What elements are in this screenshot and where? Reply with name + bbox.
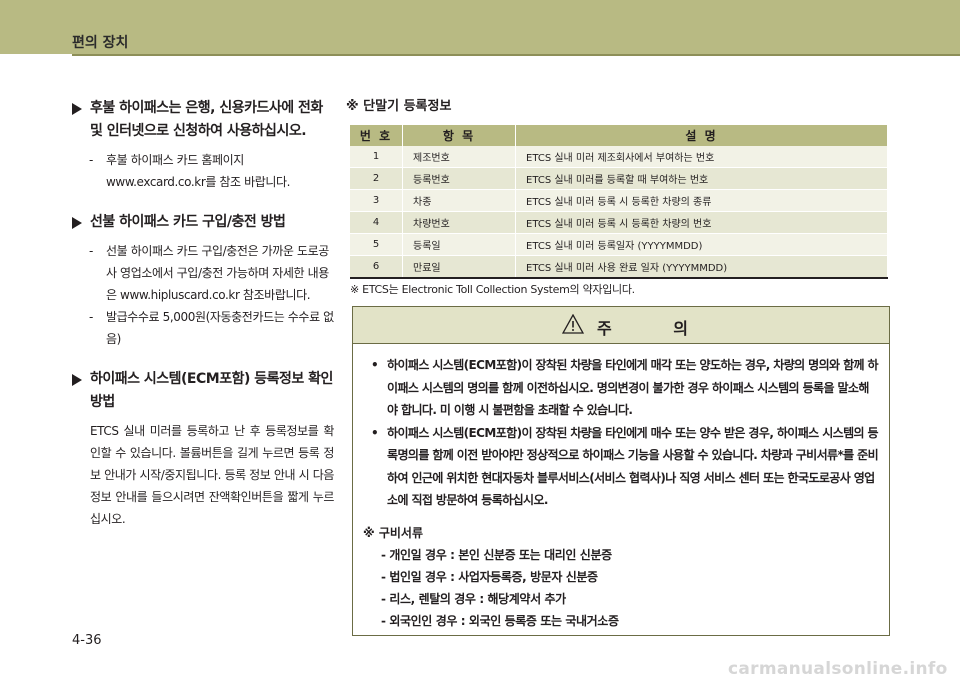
caution-bullets: • 하이패스 시스템(ECM포함)이 장착된 차량을 타인에게 매각 또는 양도하… bbox=[353, 344, 889, 512]
table-cell: 3 bbox=[350, 189, 403, 212]
table-cell: 5 bbox=[350, 233, 403, 256]
list-item: - 발급수수료 5,000원(자동충전카드는 수수료 없음) bbox=[89, 310, 334, 346]
right-column: ※ 단말기 등록정보 번 호 항 목 설 명 1 제조번호 ETCS 실내 미러… bbox=[346, 97, 888, 299]
registration-paragraph: ETCS 실내 미러를 등록하고 난 후 등록정보를 확인할 수 있습니다. 볼… bbox=[90, 424, 334, 526]
page-number: 4-36 bbox=[72, 633, 102, 648]
table-row: 4 차량번호 ETCS 실내 미러 등록 시 등록한 차량의 번호 bbox=[350, 211, 888, 234]
left-column: 후불 하이패스는 은행, 신용카드사에 전화 및 인터넷으로 신청하여 사용하십… bbox=[72, 97, 334, 530]
table-cell: 6 bbox=[350, 255, 403, 279]
table-cell: 등록일 bbox=[402, 233, 516, 256]
table-cell: ETCS 실내 미러 등록 시 등록한 차량의 종류 bbox=[515, 189, 888, 212]
caution-title: 주 의 bbox=[597, 319, 717, 338]
required-documents: ※ 구비서류 - 개인일 경우 : 본인 신분증 또는 대리인 신분증 - 법인… bbox=[353, 512, 889, 632]
table-row: 6 만료일 ETCS 실내 미러 사용 완료 일자 (YYYYMMDD) bbox=[350, 255, 888, 279]
table-cell: ETCS 실내 미러 제조회사에서 부여하는 번호 bbox=[515, 146, 888, 168]
section-heading-registration: 하이패스 시스템(ECM포함) 등록정보 확인방법 bbox=[72, 368, 334, 414]
table-cell: 1 bbox=[350, 146, 403, 168]
section-title: 편의 장치 bbox=[72, 35, 129, 51]
list-item: • 하이패스 시스템(ECM포함)이 장착된 차량을 타인에게 매수 또는 양수 … bbox=[371, 425, 879, 508]
triangle-bullet-icon bbox=[72, 374, 82, 386]
list-item: - 후불 하이패스 카드 홈페이지 www.excard.co.kr를 참조 바랍… bbox=[89, 153, 291, 189]
table-header: 번 호 bbox=[350, 125, 403, 146]
watermark: carmanualsonline.info bbox=[728, 659, 948, 679]
list-item: - 선불 하이패스 카드 구입/충전은 가까운 도로공사 영업소에서 구입/충전 … bbox=[89, 244, 329, 302]
list-item: - 리스, 렌탈의 경우 : 해당계약서 추가 bbox=[381, 591, 566, 606]
table-row: 3 차종 ETCS 실내 미러 등록 시 등록한 차량의 종류 bbox=[350, 189, 888, 212]
etcs-footnote: ※ ETCS는 Electronic Toll Collection Syste… bbox=[350, 283, 635, 296]
terminal-info-title: ※ 단말기 등록정보 bbox=[346, 99, 452, 114]
registration-table: 번 호 항 목 설 명 1 제조번호 ETCS 실내 미러 제조회사에서 부여하… bbox=[350, 125, 888, 279]
table-cell: 제조번호 bbox=[402, 146, 516, 168]
table-cell: 만료일 bbox=[402, 255, 516, 279]
table-row: 1 제조번호 ETCS 실내 미러 제조회사에서 부여하는 번호 bbox=[350, 146, 888, 168]
list-item: • 하이패스 시스템(ECM포함)이 장착된 차량을 타인에게 매각 또는 양도하… bbox=[371, 358, 879, 417]
table-cell: 4 bbox=[350, 211, 403, 234]
table-cell: 등록번호 bbox=[402, 167, 516, 190]
list-item: - 개인일 경우 : 본인 신분증 또는 대리인 신분증 bbox=[381, 547, 612, 562]
section-heading-postpaid: 후불 하이패스는 은행, 신용카드사에 전화 및 인터넷으로 신청하여 사용하십… bbox=[72, 97, 334, 143]
documents-title: ※ 구비서류 bbox=[363, 525, 424, 540]
table-header-row: 번 호 항 목 설 명 bbox=[350, 125, 888, 146]
table-cell: ETCS 실내 미러 등록 시 등록한 차량의 번호 bbox=[515, 211, 888, 234]
caution-box: 주 의 • 하이패스 시스템(ECM포함)이 장착된 차량을 타인에게 매각 또는… bbox=[352, 306, 890, 636]
list-item: - 외국인인 경우 : 외국인 등록증 또는 국내거소증 bbox=[381, 613, 619, 628]
header-bar: 편의 장치 bbox=[0, 0, 960, 54]
warning-triangle-icon bbox=[561, 313, 585, 338]
table-cell: ETCS 실내 미러 사용 완료 일자 (YYYYMMDD) bbox=[515, 255, 888, 279]
table-cell: ETCS 실내 미러를 등록할 때 부여하는 번호 bbox=[515, 167, 888, 190]
table-row: 5 등록일 ETCS 실내 미러 등록일자 (YYYYMMDD) bbox=[350, 233, 888, 256]
header-rule bbox=[72, 54, 960, 56]
table-cell: 차량번호 bbox=[402, 211, 516, 234]
table-cell: ETCS 실내 미러 등록일자 (YYYYMMDD) bbox=[515, 233, 888, 256]
triangle-bullet-icon bbox=[72, 103, 82, 115]
section-heading-prepaid: 선불 하이패스 카드 구입/충전 방법 bbox=[72, 211, 334, 234]
table-cell: 차종 bbox=[402, 189, 516, 212]
triangle-bullet-icon bbox=[72, 217, 82, 229]
table-row: 2 등록번호 ETCS 실내 미러를 등록할 때 부여하는 번호 bbox=[350, 167, 888, 190]
list-item: - 법인일 경우 : 사업자등록증, 방문자 신분증 bbox=[381, 569, 598, 584]
table-cell: 2 bbox=[350, 167, 403, 190]
table-header: 설 명 bbox=[515, 125, 888, 146]
caution-header: 주 의 bbox=[353, 307, 889, 344]
table-header: 항 목 bbox=[402, 125, 516, 146]
